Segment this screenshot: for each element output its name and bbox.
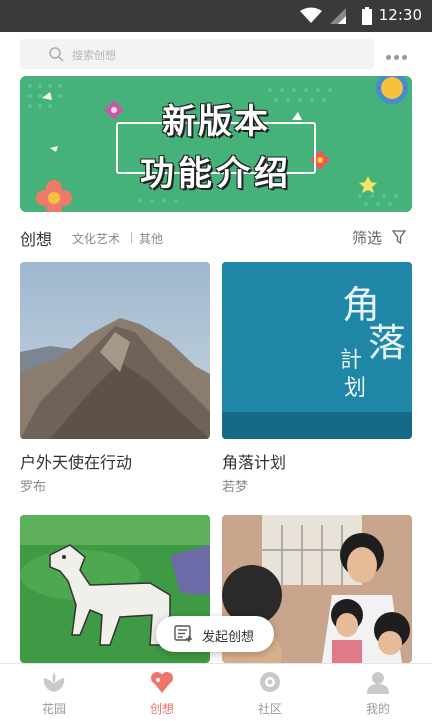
tab-community[interactable]: 社区 (216, 664, 324, 721)
dot-icon (402, 55, 407, 60)
garden-icon (43, 672, 65, 692)
search-row: 搜索创想 (0, 32, 432, 76)
wifi-icon (300, 7, 322, 23)
status-time: 12:30 (378, 6, 422, 24)
funnel-icon[interactable] (392, 230, 406, 244)
feature-banner[interactable]: 新版本 功能介绍 (20, 76, 412, 212)
project-card[interactable]: 角 落 計 划 角落计划 若梦 (222, 262, 412, 495)
filter-button[interactable]: 筛选 (352, 227, 382, 248)
dot-icon (394, 55, 399, 60)
card-author: 若梦 (222, 480, 249, 495)
section-title: 创想 (20, 230, 53, 249)
battery-icon (362, 7, 372, 25)
tab-label: 花园 (41, 702, 66, 716)
community-icon (260, 672, 280, 692)
profile-icon (367, 672, 389, 694)
tab-label: 我的 (365, 702, 390, 716)
project-card[interactable]: 户外天使在行动 罗布 (20, 262, 210, 495)
card-image-corner-plan: 角 落 計 划 (222, 262, 412, 439)
cover-char: 落 (368, 321, 407, 365)
start-idea-button[interactable]: 发起创想 (156, 616, 274, 652)
tab-garden[interactable]: 花园 (0, 664, 108, 721)
card-title: 户外天使在行动 (20, 453, 133, 472)
category-culture-art[interactable]: 文化艺术 (72, 230, 120, 247)
bottom-tab-bar: 花园 创想 社区 我的 (0, 663, 432, 720)
category-other[interactable]: 其他 (139, 230, 163, 247)
search-icon (49, 47, 64, 62)
tab-profile[interactable]: 我的 (324, 664, 432, 721)
compose-icon (174, 625, 192, 642)
banner-title-line2: 功能介绍 (140, 154, 292, 194)
search-input[interactable]: 搜索创想 (20, 39, 374, 69)
tab-idea[interactable]: 创想 (108, 664, 216, 721)
category-divider (131, 232, 132, 243)
card-title: 角落计划 (222, 453, 287, 472)
card-image-mountain (20, 262, 210, 439)
category-filter-row: 创想 文化艺术 其他 筛选 (0, 222, 432, 252)
cover-char: 划 (344, 376, 367, 401)
signal-icon (330, 8, 346, 24)
more-options-button[interactable] (386, 45, 414, 61)
dot-icon (386, 55, 391, 60)
idea-icon (151, 672, 173, 693)
tab-label: 创想 (149, 702, 174, 716)
tab-label: 社区 (257, 702, 282, 716)
status-bar: 12:30 (0, 0, 432, 32)
card-author: 罗布 (20, 480, 47, 495)
start-idea-label: 发起创想 (202, 630, 255, 645)
search-placeholder: 搜索创想 (72, 49, 116, 62)
banner-title-line1: 新版本 (162, 102, 270, 142)
